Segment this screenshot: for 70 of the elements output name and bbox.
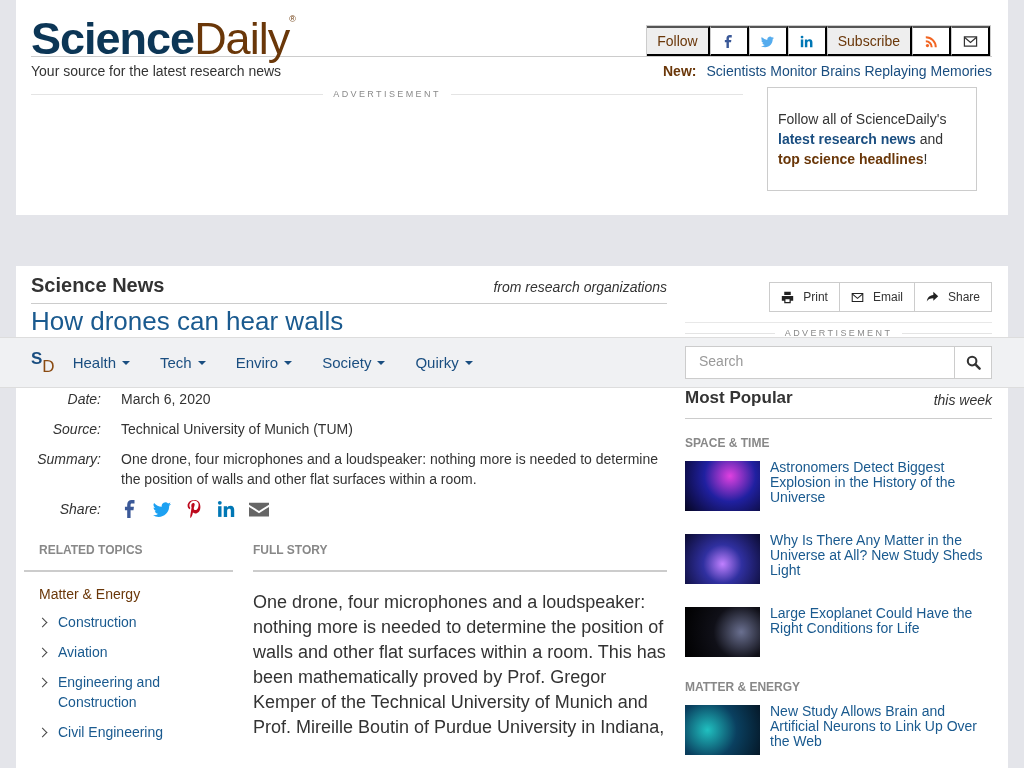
share-arrow-icon xyxy=(925,290,939,304)
nav-menu[interactable]: Health xyxy=(72,354,130,371)
sd-logo[interactable]: SD xyxy=(31,349,55,376)
meta-label: Summary: xyxy=(36,450,101,469)
category-heading: SPACE & TIME xyxy=(685,436,771,450)
nav-menu[interactable]: Quirky xyxy=(415,354,473,371)
topic-link[interactable]: Civil Engineering xyxy=(58,722,164,742)
caret-icon xyxy=(197,360,206,365)
linkedin-icon xyxy=(217,500,235,518)
popular-story-link[interactable]: Why Is There Any Matter in the Universe at All? New Study Sheds Light xyxy=(770,533,992,584)
twitter-button[interactable] xyxy=(748,26,788,56)
caret-icon xyxy=(464,360,473,365)
pinterest-icon xyxy=(185,500,203,518)
article-headline: How drones can hear walls xyxy=(31,307,345,335)
topic-link[interactable]: Construction xyxy=(58,612,137,632)
twitter-icon xyxy=(761,34,775,48)
pinterest-share-button[interactable] xyxy=(185,500,203,518)
linkedin-share-button[interactable] xyxy=(217,500,235,518)
meta-label: Source: xyxy=(51,420,101,439)
search-icon xyxy=(965,355,981,370)
follow-button[interactable]: Follow xyxy=(647,26,710,56)
new-label: New: xyxy=(663,63,697,79)
related-topics-heading: RELATED TOPICS xyxy=(24,543,233,572)
meta-value: March 6, 2020 xyxy=(121,390,212,409)
story-paragraph: One drone, four microphones and a loudspeaker: nothing more is needed to determine the position of walls and other flat surfaces within a room. This has been mathematically proved by Prof. Gregor Kemper of the Technical University of Munich and Prof. Mireille Boutin of Purdue University in Indiana, xyxy=(253,591,667,739)
subscribe-button[interactable]: Subscribe xyxy=(826,26,912,56)
popular-period: this week xyxy=(933,392,992,408)
nav-menu[interactable]: Tech xyxy=(160,354,206,371)
twitter-icon xyxy=(153,500,171,518)
sciencedaily-logo[interactable]: ScienceDaily® xyxy=(31,13,295,65)
meta-value: Technical University of Munich (TUM) xyxy=(121,420,354,439)
twitter-share-button[interactable] xyxy=(153,500,171,518)
linkedin-button[interactable] xyxy=(787,26,827,56)
search-field[interactable]: Search xyxy=(685,346,955,379)
popular-story-link[interactable]: New Study Allows Brain and Artificial Neurons to Link Up Over the Web xyxy=(770,704,992,755)
caret-icon xyxy=(284,360,293,365)
promo-text: Follow all of ScienceDaily's latest research news and top science headlines! xyxy=(767,87,977,191)
rss-button[interactable] xyxy=(912,26,951,56)
topic-group-label: Matter & Energy xyxy=(39,586,142,602)
advertisement-label: ADVERTISEMENT xyxy=(333,89,441,99)
nav-menu[interactable]: Enviro xyxy=(235,354,293,371)
topic-link[interactable]: Engineering and Construction xyxy=(58,672,233,712)
mail-icon xyxy=(850,290,864,304)
print-button[interactable]: Print xyxy=(769,282,840,312)
meta-value: One drone, four microphones and a loudspeaker: nothing more is needed to determine the position of walls and other flat surfaces within a room. xyxy=(121,450,659,489)
full-story-heading: FULL STORY xyxy=(253,543,667,572)
email-button[interactable]: Email xyxy=(839,282,915,312)
popular-story-link[interactable]: Large Exoplanet Could Have the Right Conditions for Life xyxy=(770,606,992,657)
rss-icon xyxy=(924,34,938,48)
most-popular-title: Most Popular xyxy=(685,388,793,408)
linkedin-icon xyxy=(800,34,814,48)
share-button[interactable]: Share xyxy=(914,282,992,312)
meta-label: Date: xyxy=(66,390,101,409)
mail-icon xyxy=(962,33,978,49)
section-title: Science News xyxy=(31,274,165,297)
facebook-button[interactable] xyxy=(709,26,749,56)
topic-link[interactable]: Aviation xyxy=(58,642,108,662)
headline-link[interactable]: Scientists Monitor Brains Replaying Memories xyxy=(706,63,992,79)
search-button[interactable] xyxy=(955,346,992,379)
printer-icon xyxy=(781,290,795,304)
section-note: from research organizations xyxy=(493,279,667,295)
mail-button[interactable] xyxy=(951,26,990,56)
caret-icon xyxy=(377,360,386,365)
advertisement-label: ADVERTISEMENT xyxy=(784,328,893,338)
nav-menu[interactable]: Society xyxy=(322,354,386,371)
popular-story-link[interactable]: Astronomers Detect Biggest Explosion in the History of the Universe xyxy=(770,460,992,511)
share-label: Share: xyxy=(58,500,101,519)
caret-icon xyxy=(122,360,130,365)
tagline: Your source for the latest research news xyxy=(31,63,282,79)
category-heading: MATTER & ENERGY xyxy=(685,680,802,694)
